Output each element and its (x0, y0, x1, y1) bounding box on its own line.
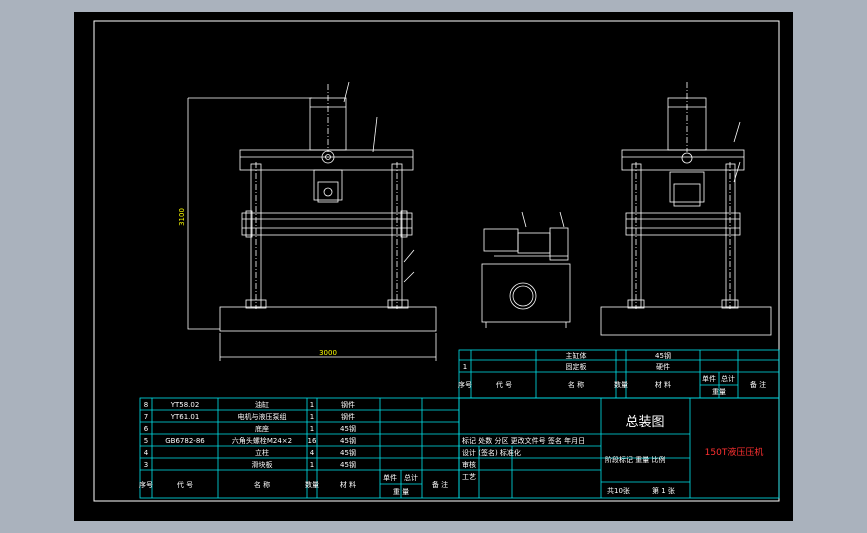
parts-cell-material: 45钢 (340, 460, 356, 469)
side-view (600, 82, 772, 336)
upper-header-qty: 数量 (614, 380, 628, 389)
upper-header-code: 代 号 (496, 380, 512, 389)
upper-rows: 主缸体 45钢 1 固定板 硬件 (463, 351, 671, 371)
product-name: 150T液压压机 (705, 446, 764, 458)
parts-cell-code: YT61.01 (170, 413, 200, 421)
parts-cell-name: 六角头螺栓M24×2 (232, 436, 292, 445)
upper-header-weight: 重量 (712, 388, 726, 396)
assembly-drawing: 3100 3000 主缸体 45钢1 固定板 硬件 序号 代 号 名 称 数量 … (93, 20, 780, 502)
hydraulic-unit (481, 211, 571, 328)
parts-cell-no: 5 (144, 437, 148, 445)
stage-labels: 阶段标记 重量 比例 (605, 455, 665, 464)
parts-cell-qty: 4 (310, 449, 315, 457)
parts-cell-no: 6 (144, 425, 149, 433)
parts-cell-no: 3 (144, 461, 148, 469)
parts-header-no: 序号 (139, 480, 153, 489)
parts-header: 序号 代 号 名 称 数量 材 料 单件 总计 重 量 备 注 (139, 473, 448, 496)
parts-cell-name: 电机与液压泵组 (238, 412, 287, 421)
parts-header-qty: 数量 (305, 480, 319, 489)
parts-cell-material: 45钢 (340, 424, 356, 433)
parts-cell-code: GB6782-86 (165, 437, 205, 445)
parts-header-material: 材 料 (340, 480, 356, 489)
upper-header-total-weight: 总计 (721, 374, 735, 383)
parts-header-code: 代 号 (177, 480, 193, 489)
upper-header-unit-weight: 单件 (702, 374, 716, 383)
upper-cell-material: 硬件 (656, 362, 670, 371)
height-dimension: 3100 (178, 208, 186, 226)
parts-cell-code: YT58.02 (170, 401, 200, 409)
parts-cell-name: 滑块板 (252, 460, 273, 469)
parts-header-weight: 重 量 (393, 488, 409, 496)
drawing-frame: 3100 3000 主缸体 45钢 1 固定板 硬件 序号 代 号 名 称 数量… (74, 12, 793, 521)
upper-cell-name: 主缸体 (566, 351, 587, 360)
parts-cell-material: 钢件 (341, 400, 355, 409)
title-row-3: 审核 (462, 460, 476, 469)
upper-header-no: 序号 (458, 380, 472, 389)
drawing-title: 总装图 (625, 415, 664, 430)
parts-header-unit-weight: 单件 (383, 473, 397, 482)
title-row-2: 设计 (签名) 标准化 (462, 448, 521, 457)
upper-cell-no: 1 (463, 363, 467, 371)
parts-cell-qty: 1 (310, 413, 314, 421)
parts-cell-qty: 1 (310, 425, 314, 433)
title-row-1: 标记 处数 分区 更改文件号 签名 年月日 (462, 436, 585, 445)
parts-cell-no: 7 (144, 413, 148, 421)
parts-cell-qty: 1 (310, 461, 314, 469)
title-row-4: 工艺 (462, 473, 476, 481)
upper-header-name: 名 称 (568, 380, 584, 389)
parts-cell-material: 45钢 (340, 448, 356, 457)
parts-cell-material: 钢件 (341, 412, 355, 421)
upper-header-remark: 备 注 (750, 380, 766, 389)
sheets-total: 共10张 (607, 486, 630, 495)
parts-cell-qty: 16 (308, 437, 317, 445)
width-dimension: 3000 (319, 349, 337, 357)
upper-header-material: 材 料 (655, 380, 671, 389)
sheet-number: 第 1 张 (652, 486, 675, 495)
parts-cell-material: 45钢 (340, 436, 356, 445)
parts-cell-no: 4 (144, 449, 149, 457)
upper-parts-table (458, 349, 780, 399)
parts-header-remark: 备 注 (432, 480, 448, 489)
parts-header-total-weight: 总计 (404, 473, 418, 482)
upper-cell-name: 固定板 (566, 362, 587, 371)
parts-cell-qty: 1 (310, 401, 314, 409)
front-view (187, 81, 437, 361)
inner-border (93, 20, 780, 502)
parts-cell-name: 油缸 (255, 400, 269, 409)
upper-cell-material: 45钢 (655, 351, 671, 360)
parts-cell-no: 8 (144, 401, 148, 409)
parts-cell-name: 立柱 (255, 448, 269, 457)
parts-header-name: 名 称 (254, 480, 270, 489)
parts-cell-name: 底座 (255, 424, 269, 433)
